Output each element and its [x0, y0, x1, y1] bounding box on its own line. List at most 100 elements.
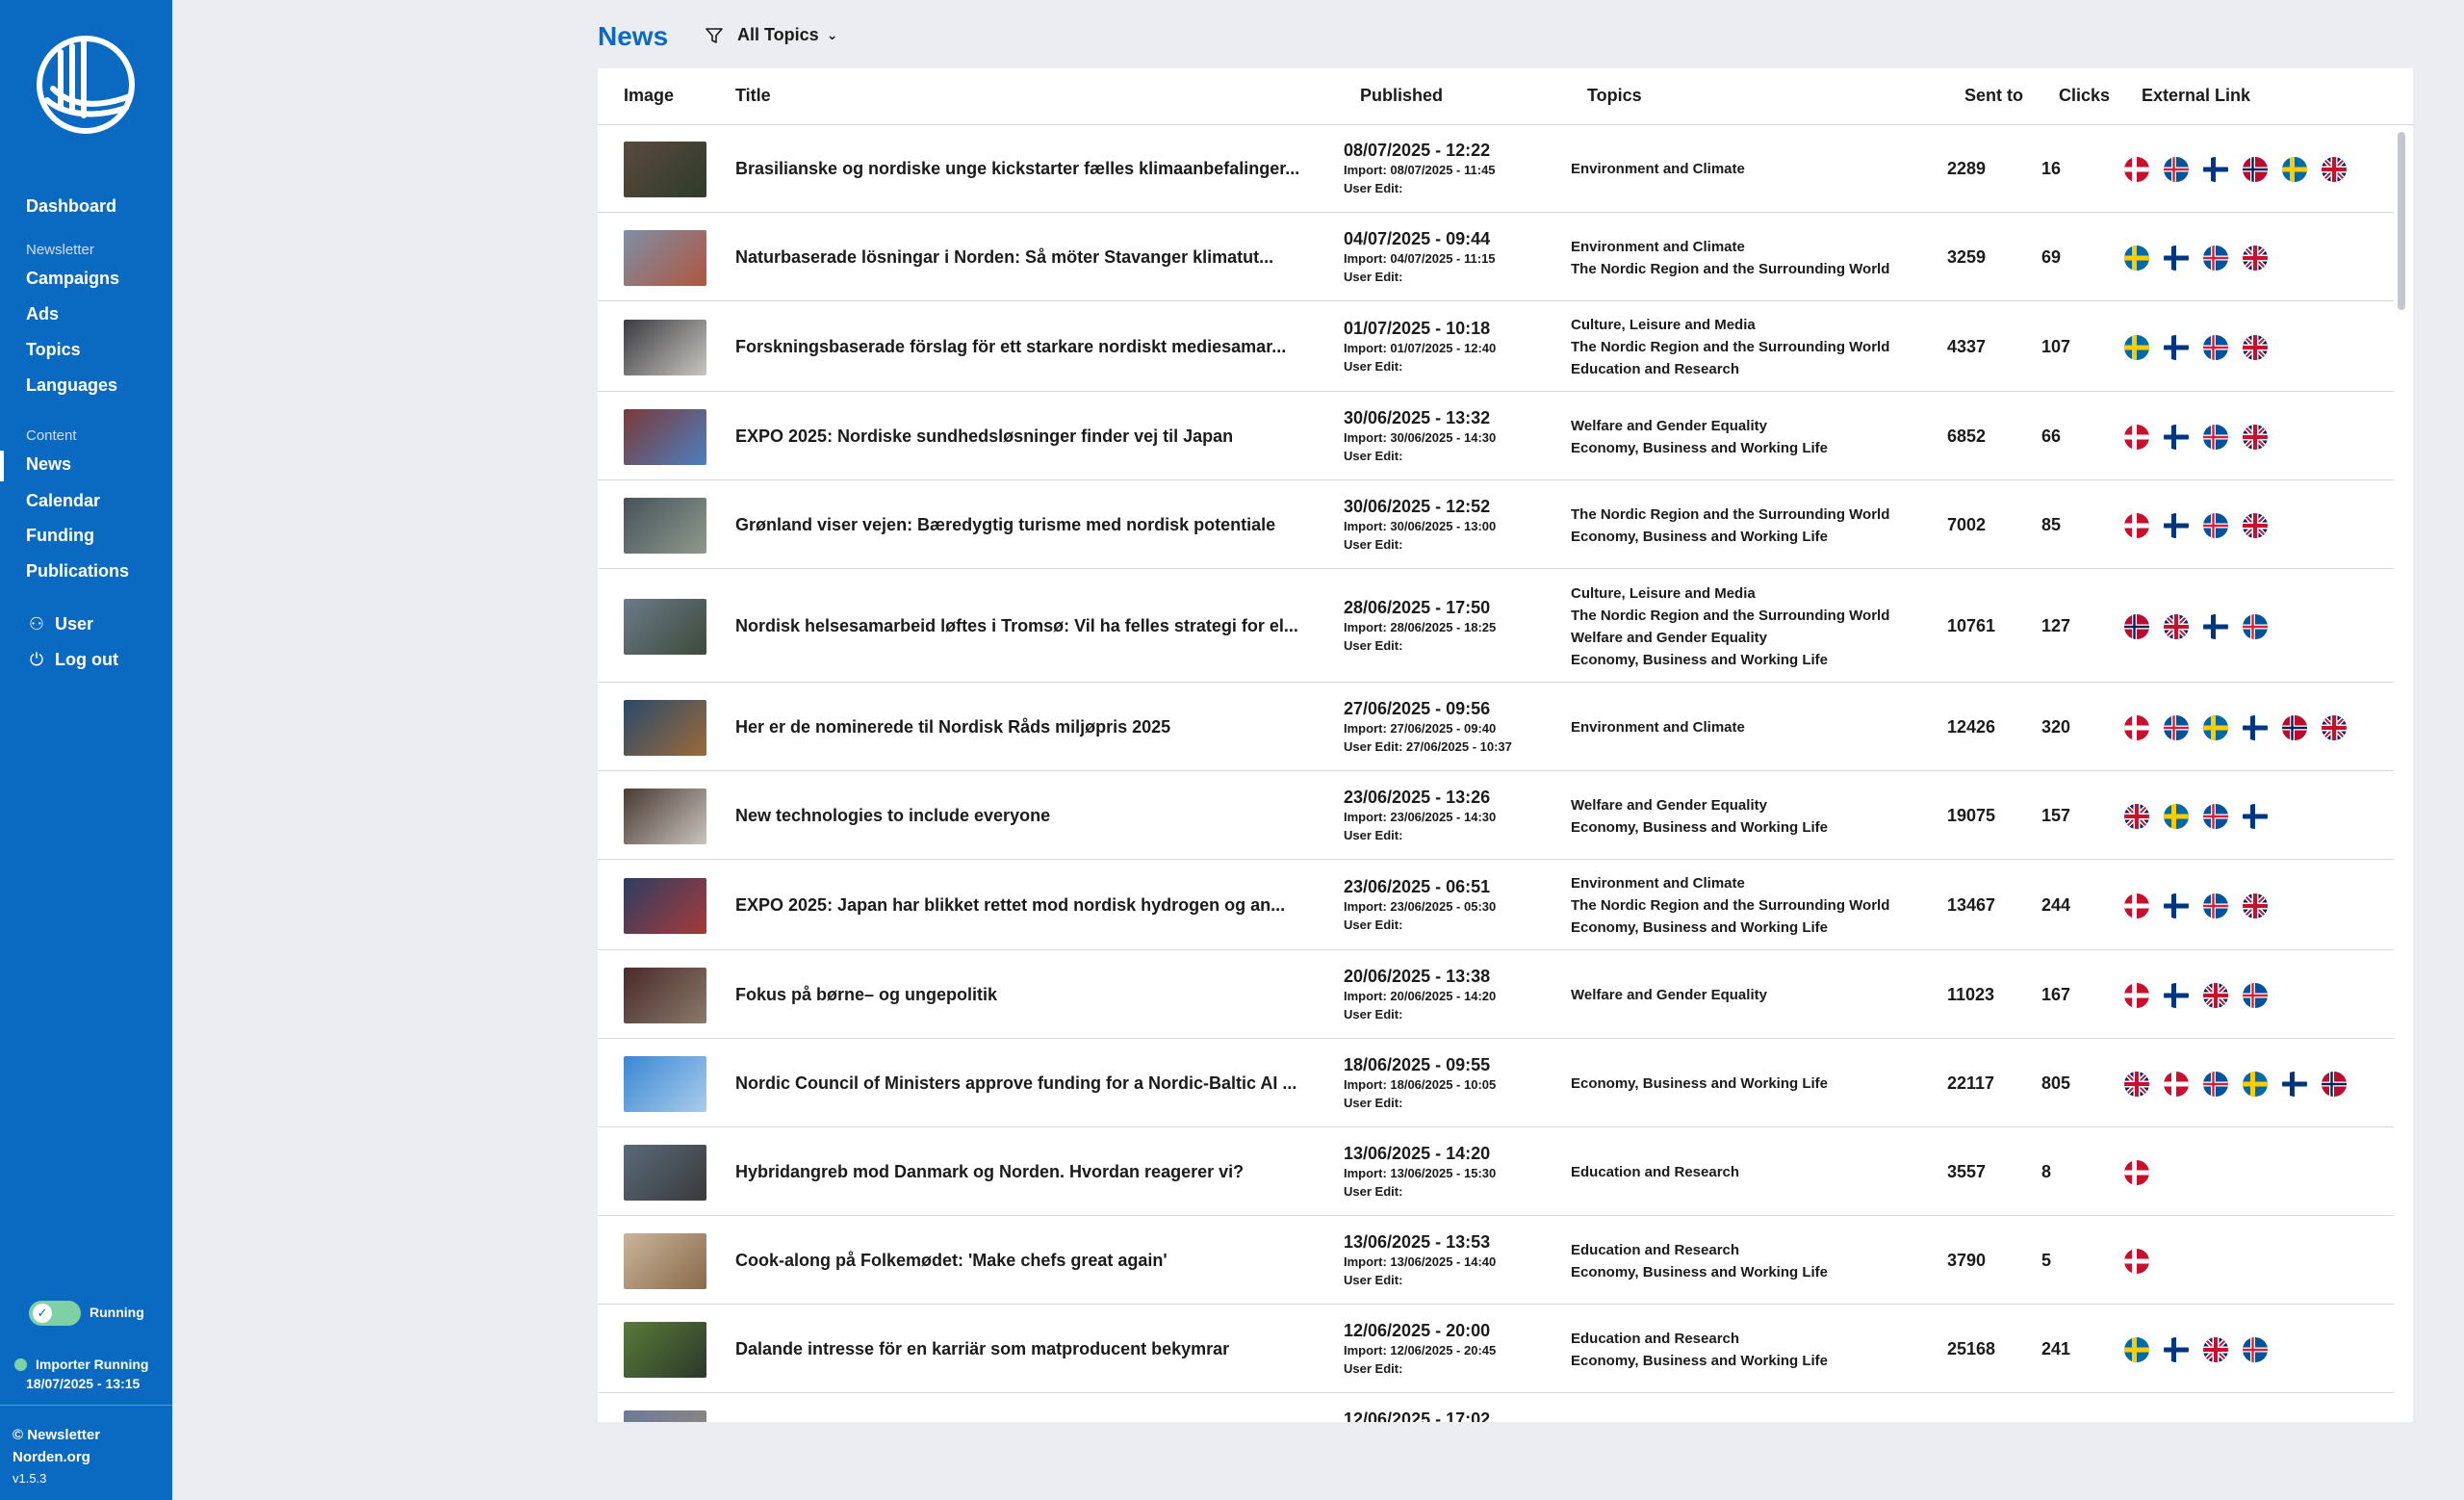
finnish-flag-icon[interactable] [2282, 1071, 2307, 1097]
swedish-flag-icon[interactable] [2282, 156, 2307, 182]
british-flag-icon[interactable] [2243, 512, 2268, 538]
finnish-flag-icon[interactable] [2164, 334, 2189, 360]
sidebar-item-news[interactable]: News [26, 454, 71, 475]
swedish-flag-icon[interactable] [2243, 1071, 2268, 1097]
danish-flag-icon[interactable] [2124, 424, 2149, 450]
news-title[interactable]: Dalande intresse för en karriär som matp… [735, 1339, 1342, 1359]
sidebar-item-user[interactable]: ⚇ User [26, 614, 93, 634]
table-row[interactable]: Vi mærker også presset i Norden12/06/202… [598, 1394, 2394, 1422]
news-title[interactable]: Naturbaserade lösningar i Norden: Så möt… [735, 247, 1342, 268]
danish-flag-icon[interactable] [2124, 156, 2149, 182]
column-header-title[interactable]: Title [735, 86, 771, 106]
british-flag-icon[interactable] [2243, 334, 2268, 360]
table-row[interactable]: Dalande intresse för en karriär som matp… [598, 1306, 2394, 1393]
news-title[interactable]: Nordic Council of Ministers approve fund… [735, 1073, 1342, 1094]
finnish-flag-icon[interactable] [2164, 245, 2189, 271]
table-row[interactable]: Hybridangreb mod Danmark og Norden. Hvor… [598, 1128, 2394, 1216]
news-thumbnail[interactable] [624, 497, 706, 554]
sidebar-item-campaigns[interactable]: Campaigns [26, 269, 119, 289]
sidebar-item-funding[interactable]: Funding [26, 526, 94, 546]
sidebar-item-topics[interactable]: Topics [26, 340, 81, 360]
column-header-external-link[interactable]: External Link [2142, 86, 2250, 106]
finnish-flag-icon[interactable] [2203, 156, 2228, 182]
news-title[interactable]: New technologies to include everyone [735, 806, 1342, 826]
british-flag-icon[interactable] [2243, 245, 2268, 271]
column-header-topics[interactable]: Topics [1587, 86, 1642, 106]
news-thumbnail[interactable] [624, 141, 706, 197]
finnish-flag-icon[interactable] [2164, 982, 2189, 1008]
british-flag-icon[interactable] [2203, 982, 2228, 1008]
icelandic-flag-icon[interactable] [2203, 334, 2228, 360]
danish-flag-icon[interactable] [2124, 512, 2149, 538]
table-row[interactable]: EXPO 2025: Japan har blikket rettet mod … [598, 861, 2394, 950]
sidebar-item-dashboard[interactable]: Dashboard [26, 196, 116, 217]
danish-flag-icon[interactable] [2124, 982, 2149, 1008]
icelandic-flag-icon[interactable] [2164, 156, 2189, 182]
icelandic-flag-icon[interactable] [2203, 245, 2228, 271]
column-header-image[interactable]: Image [624, 86, 674, 106]
column-header-clicks[interactable]: Clicks [2059, 86, 2110, 106]
icelandic-flag-icon[interactable] [2203, 892, 2228, 918]
news-thumbnail[interactable] [624, 788, 706, 844]
sidebar-item-ads[interactable]: Ads [26, 304, 59, 324]
sidebar-item-languages[interactable]: Languages [26, 375, 117, 396]
danish-flag-icon[interactable] [2124, 1159, 2149, 1185]
norden-logo-icon[interactable] [34, 33, 138, 137]
finnish-flag-icon[interactable] [2164, 424, 2189, 450]
swedish-flag-icon[interactable] [2124, 334, 2149, 360]
sidebar-item-calendar[interactable]: Calendar [26, 491, 100, 511]
table-row[interactable]: Brasilianske og nordiske unge kickstarte… [598, 125, 2394, 213]
news-thumbnail[interactable] [624, 598, 706, 655]
table-row[interactable]: Naturbaserade lösningar i Norden: Så möt… [598, 214, 2394, 301]
icelandic-flag-icon[interactable] [2203, 424, 2228, 450]
icelandic-flag-icon[interactable] [2203, 1071, 2228, 1097]
column-header-published[interactable]: Published [1360, 86, 1443, 106]
table-row[interactable]: Grønland viser vejen: Bæredygtig turisme… [598, 481, 2394, 569]
table-row[interactable]: Nordisk helsesamarbeid løftes i Tromsø: … [598, 570, 2394, 683]
table-row[interactable]: Cook-along på Folkemødet: 'Make chefs gr… [598, 1217, 2394, 1305]
scrollbar[interactable] [2398, 132, 2405, 310]
danish-flag-icon[interactable] [2124, 892, 2149, 918]
news-title[interactable]: Hybridangreb mod Danmark og Norden. Hvor… [735, 1162, 1342, 1182]
table-row[interactable]: Fokus på børne– og ungepolitik 20/06/2025… [598, 951, 2394, 1039]
news-thumbnail[interactable] [624, 1409, 706, 1422]
sidebar-item-publications[interactable]: Publications [26, 561, 129, 582]
swedish-flag-icon[interactable] [2124, 1336, 2149, 1362]
british-flag-icon[interactable] [2322, 714, 2347, 740]
british-flag-icon[interactable] [2164, 613, 2189, 639]
swedish-flag-icon[interactable] [2124, 245, 2149, 271]
news-thumbnail[interactable] [624, 877, 706, 934]
icelandic-flag-icon[interactable] [2203, 512, 2228, 538]
column-header-sent-to[interactable]: Sent to [1964, 86, 2023, 106]
finnish-flag-icon[interactable] [2164, 1336, 2189, 1362]
icelandic-flag-icon[interactable] [2203, 803, 2228, 829]
icelandic-flag-icon[interactable] [2243, 982, 2268, 1008]
finnish-flag-icon[interactable] [2243, 714, 2268, 740]
british-flag-icon[interactable] [2322, 156, 2347, 182]
danish-flag-icon[interactable] [2164, 1071, 2189, 1097]
table-row[interactable]: Her er de nominerede til Nordisk Råds mi… [598, 684, 2394, 771]
news-title[interactable]: Grønland viser vejen: Bæredygtig turisme… [735, 515, 1342, 535]
running-toggle[interactable]: ✓ [29, 1301, 81, 1326]
news-thumbnail[interactable] [624, 1232, 706, 1289]
news-thumbnail[interactable] [624, 1144, 706, 1201]
table-row[interactable]: Nordic Council of Ministers approve fund… [598, 1040, 2394, 1127]
news-thumbnail[interactable] [624, 967, 706, 1023]
news-title[interactable]: Fokus på børne– og ungepolitik [735, 985, 1342, 1005]
british-flag-icon[interactable] [2124, 1071, 2149, 1097]
swedish-flag-icon[interactable] [2203, 714, 2228, 740]
news-thumbnail[interactable] [624, 408, 706, 465]
table-body[interactable]: Brasilianske og nordiske unge kickstarte… [598, 125, 2394, 1422]
news-thumbnail[interactable] [624, 1321, 706, 1378]
icelandic-flag-icon[interactable] [2243, 613, 2268, 639]
news-title[interactable]: Brasilianske og nordiske unge kickstarte… [735, 159, 1342, 179]
norwegian-flag-icon[interactable] [2282, 714, 2307, 740]
news-title[interactable]: Her er de nominerede til Nordisk Råds mi… [735, 717, 1342, 737]
news-title[interactable]: Forskningsbaserade förslag för ett stark… [735, 337, 1342, 357]
british-flag-icon[interactable] [2243, 892, 2268, 918]
sidebar-item-log-out[interactable]: ⏻ Log out [26, 650, 118, 670]
norwegian-flag-icon[interactable] [2322, 1071, 2347, 1097]
news-title[interactable]: Cook-along på Folkemødet: 'Make chefs gr… [735, 1251, 1342, 1271]
news-thumbnail[interactable] [624, 229, 706, 286]
news-thumbnail[interactable] [624, 1055, 706, 1112]
